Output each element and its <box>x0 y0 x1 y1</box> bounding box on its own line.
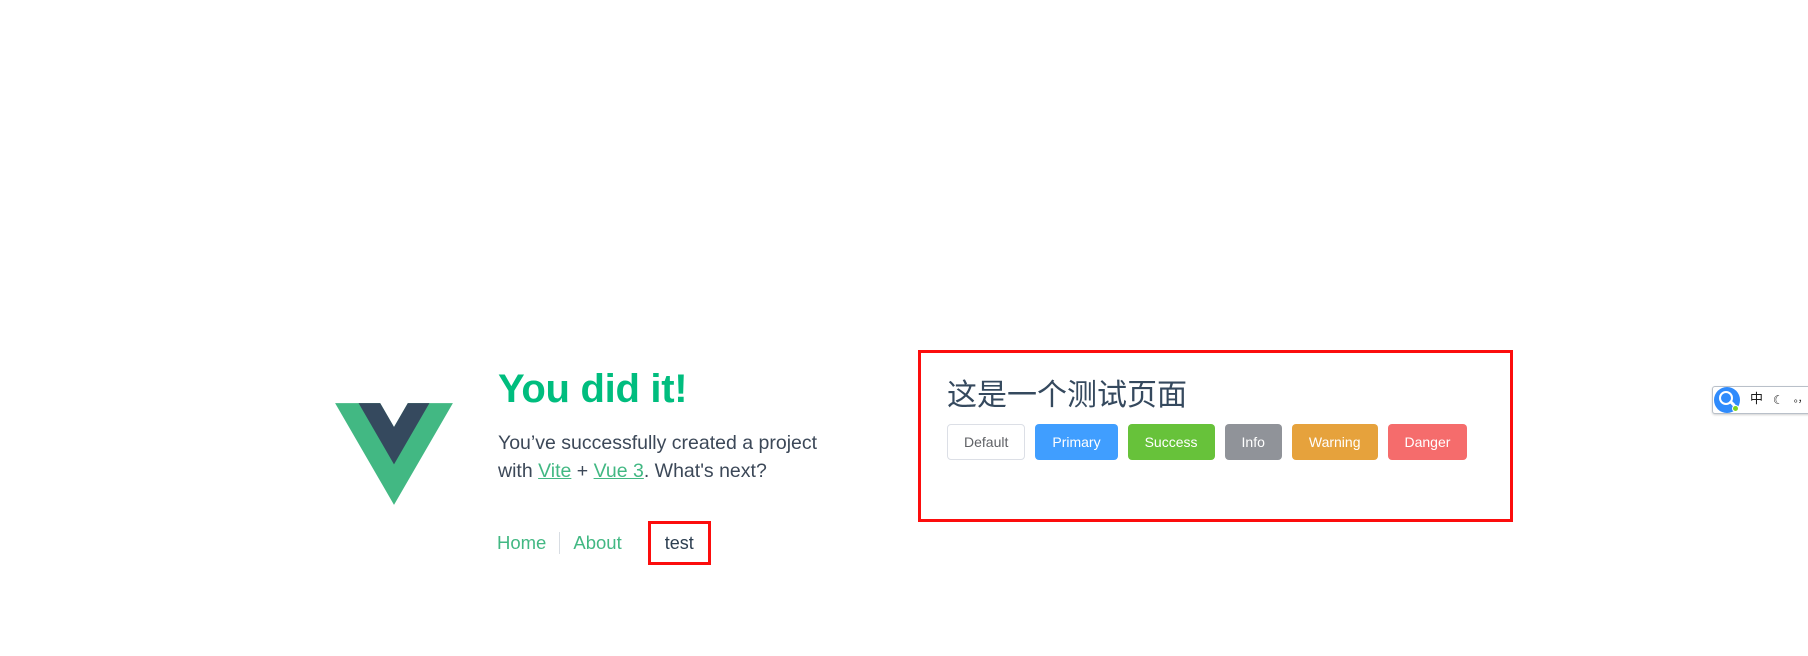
plus-separator: + <box>571 460 594 483</box>
vue-logo-svg <box>335 403 453 505</box>
primary-button[interactable]: Primary <box>1035 423 1118 460</box>
warning-button[interactable]: Warning <box>1291 423 1378 460</box>
moon-icon[interactable]: ☾ <box>1768 387 1789 413</box>
ime-language-mode-button[interactable]: 中 <box>1745 387 1768 413</box>
button-group: Default Primary Success Info Warning Dan… <box>947 423 1510 460</box>
test-page-panel: 这是一个测试页面 Default Primary Success Info Wa… <box>918 350 1513 522</box>
description-text-after: . What's next? <box>643 460 767 483</box>
nav-link-test[interactable]: test <box>665 533 694 553</box>
nav-link-about[interactable]: About <box>560 528 634 558</box>
default-button[interactable]: Default <box>947 423 1026 460</box>
page-root: You did it! You’ve successfully created … <box>0 0 1808 656</box>
ime-floating-toolbar[interactable]: 中 ☾ 。， <box>1712 386 1808 414</box>
vue3-link[interactable]: Vue 3 <box>594 460 644 482</box>
ime-punctuation-button[interactable]: 。， <box>1789 387 1808 413</box>
vue-logo-icon <box>330 355 458 520</box>
success-button[interactable]: Success <box>1127 423 1215 460</box>
status-dot-icon <box>1732 405 1739 412</box>
nav-link-test-highlight-box: test <box>647 521 711 565</box>
main-navigation: Home About test <box>497 521 711 565</box>
danger-button[interactable]: Danger <box>1387 423 1468 460</box>
info-button[interactable]: Info <box>1224 423 1282 460</box>
qq-pinyin-logo-icon[interactable] <box>1714 387 1740 413</box>
welcome-text-block: You did it! You’ve successfully created … <box>498 355 828 486</box>
page-title: You did it! <box>498 367 688 411</box>
test-panel-title: 这是一个测试页面 <box>947 378 1187 413</box>
vite-link[interactable]: Vite <box>538 460 571 482</box>
nav-link-home[interactable]: Home <box>497 528 559 558</box>
vue-welcome-section: You did it! You’ve successfully created … <box>330 355 828 520</box>
welcome-description: You’ve successfully created a project wi… <box>498 429 828 486</box>
